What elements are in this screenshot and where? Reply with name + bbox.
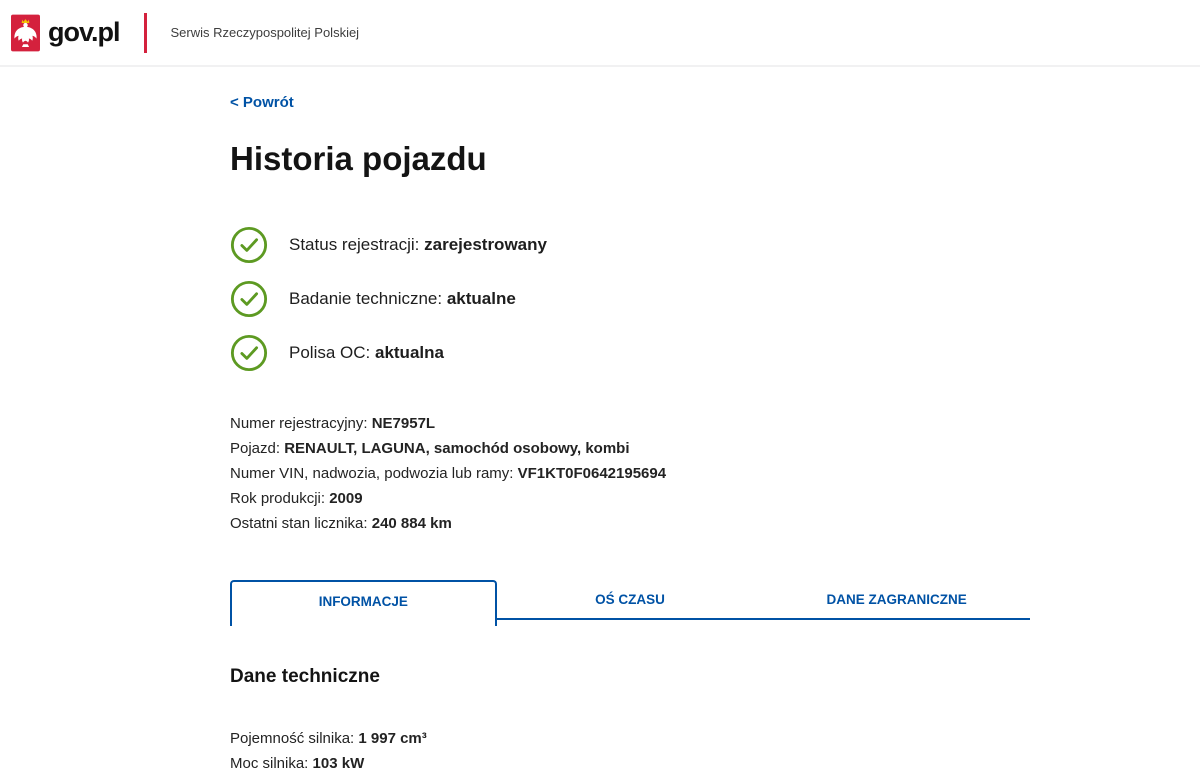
tab-informacje[interactable]: INFORMACJE [230,580,497,626]
status-label: Status rejestracji: [289,235,419,254]
detail-label: Pojazd: [230,440,280,457]
tech-value: 103 kW [313,755,365,772]
detail-value: 240 884 km [372,515,452,532]
check-circle-icon [230,280,268,318]
tech-label: Pojemność silnika: [230,730,354,747]
detail-row-vehicle: Pojazd: RENAULT, LAGUNA, samochód osobow… [230,436,1030,461]
status-text: Badanie techniczne: aktualne [289,289,516,309]
tab-os-czasu[interactable]: OŚ CZASU [497,580,764,620]
status-list: Status rejestracji: zarejestrowany Badan… [230,226,1030,372]
check-circle-icon [230,334,268,372]
status-value: aktualna [375,343,444,362]
vehicle-details: Numer rejestracyjny: NE7957L Pojazd: REN… [230,411,1030,536]
section-title: Dane techniczne [230,666,1030,688]
detail-label: Numer rejestracyjny: [230,415,368,432]
check-circle-icon [230,226,268,264]
govpl-logo[interactable]: gov.pl [11,14,120,52]
tab-dane-zagraniczne[interactable]: DANE ZAGRANICZNE [763,580,1030,620]
status-text: Polisa OC: aktualna [289,343,444,363]
detail-label: Ostatni stan licznika: [230,515,368,532]
tab-bar: INFORMACJE OŚ CZASU DANE ZAGRANICZNE [230,580,1030,626]
detail-value: RENAULT, LAGUNA, samochód osobowy, kombi [284,440,629,457]
status-value: aktualne [447,289,516,308]
status-label: Polisa OC: [289,343,370,362]
polish-eagle-icon [11,14,40,52]
detail-value: VF1KT0F0642195694 [518,465,666,482]
status-value: zarejestrowany [424,235,547,254]
detail-value: NE7957L [372,415,435,432]
status-text: Status rejestracji: zarejestrowany [289,235,547,255]
tech-label: Moc silnika: [230,755,308,772]
tech-value: 1 997 cm³ [358,730,426,747]
back-link[interactable]: < Powrót [230,94,294,111]
status-label: Badanie techniczne: [289,289,442,308]
page-title: Historia pojazdu [230,141,1030,177]
tech-row-engine-power: Moc silnika: 103 kW [230,751,1030,776]
detail-row-production-year: Rok produkcji: 2009 [230,486,1030,511]
detail-label: Numer VIN, nadwozia, podwozia lub ramy: [230,465,513,482]
detail-label: Rok produkcji: [230,490,325,507]
header-tagline: Serwis Rzeczypospolitej Polskiej [171,25,360,40]
status-row-inspection: Badanie techniczne: aktualne [230,280,1030,318]
technical-data: Pojemność silnika: 1 997 cm³ Moc silnika… [230,726,1030,776]
detail-row-odometer: Ostatni stan licznika: 240 884 km [230,511,1030,536]
status-row-registration: Status rejestracji: zarejestrowany [230,226,1030,264]
brand-text: gov.pl [48,17,120,48]
site-header: gov.pl Serwis Rzeczypospolitej Polskiej [0,0,1200,67]
detail-row-registration-number: Numer rejestracyjny: NE7957L [230,411,1030,436]
tech-row-engine-capacity: Pojemność silnika: 1 997 cm³ [230,726,1030,751]
header-red-divider [144,13,147,53]
main-content: < Powrót Historia pojazdu Status rejestr… [230,67,1030,776]
status-row-insurance: Polisa OC: aktualna [230,334,1030,372]
detail-value: 2009 [329,490,362,507]
detail-row-vin: Numer VIN, nadwozia, podwozia lub ramy: … [230,461,1030,486]
